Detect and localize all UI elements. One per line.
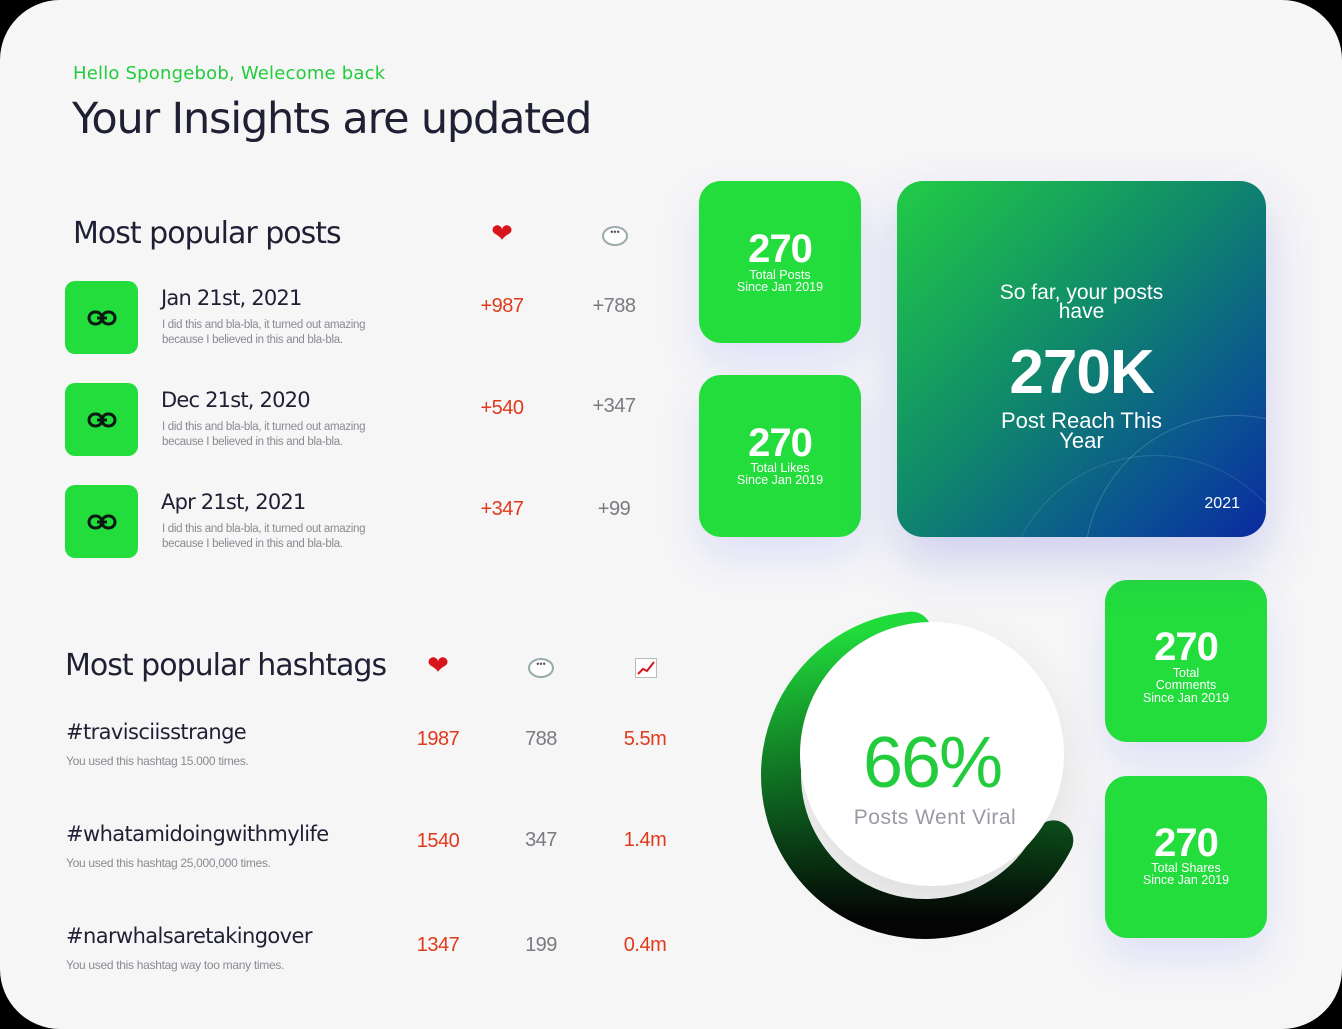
total-likes-card: 270 Total Likes Since Jan 2019 (699, 375, 861, 537)
hashtag-likes: 1347 (416, 934, 460, 956)
link-icon (87, 514, 116, 529)
stat-sublabel: Since Jan 2019 (736, 280, 824, 294)
hashtag-description: You used this hashtag way too many times… (66, 958, 285, 972)
greeting-text: Hello Spongebob, Welecome back (73, 63, 386, 84)
hashtag-row: #travisciisstrange You used this hashtag… (65, 720, 685, 780)
stat-sublabel: Since Jan 2019 (736, 473, 824, 487)
reach-label: Post Reach This Year (897, 410, 1266, 453)
reach-year: 2021 (1204, 495, 1240, 512)
post-date: Jan 21st, 2021 (161, 286, 302, 310)
stat-label-line2: Comments (1155, 678, 1217, 692)
viral-percent: 66% (862, 723, 1003, 803)
hashtag-description: You used this hashtag 25,000,000 times. (66, 856, 271, 870)
hashtag-likes: 1540 (416, 830, 460, 852)
heart-icon: ❤ (427, 650, 449, 680)
stat-sublabel: Since Jan 2019 (1142, 691, 1230, 705)
reach-label-line2: Year (1059, 428, 1104, 453)
speech-bubble-icon (595, 222, 635, 253)
post-description: I did this and bla-bla, it turned out am… (162, 523, 366, 550)
post-comments: +99 (597, 498, 631, 520)
viral-label: Posts Went Viral (853, 806, 1017, 829)
reach-intro: So far, your posts have (897, 282, 1266, 323)
stat-sublabel: Since Jan 2019 (1142, 873, 1230, 887)
post-likes: +347 (480, 498, 524, 520)
post-description: I did this and bla-bla, it turned out am… (162, 421, 366, 448)
stat-value: 270 (1154, 625, 1219, 669)
total-comments-card: 270 Total Comments Since Jan 2019 (1105, 580, 1267, 742)
total-posts-card: 270 Total Posts Since Jan 2019 (699, 181, 861, 343)
trending-chart-icon (626, 654, 666, 685)
post-link-button[interactable] (65, 485, 138, 558)
post-description: I did this and bla-bla, it turned out am… (162, 319, 366, 346)
hashtag-reach: 0.4m (623, 934, 667, 956)
hashtag-reach: 1.4m (623, 829, 667, 851)
stat-value: 270 (1154, 821, 1219, 865)
link-icon (87, 310, 116, 325)
link-icon (87, 412, 116, 427)
post-likes: +540 (480, 397, 524, 419)
hashtag-name: #narwhalsaretakingover (66, 924, 312, 948)
post-date: Dec 21st, 2020 (161, 388, 311, 412)
hashtag-row: #narwhalsaretakingover You used this has… (65, 924, 685, 984)
post-row: Apr 21st, 2021 I did this and bla-bla, i… (65, 485, 665, 558)
hashtag-comments: 199 (525, 934, 557, 956)
insights-dashboard: Hello Spongebob, Welecome back Your Insi… (0, 0, 1342, 1029)
post-row: Jan 21st, 2021 I did this and bla-bla, i… (65, 281, 665, 354)
hashtag-description: You used this hashtag 15.000 times. (66, 754, 249, 768)
post-likes: +987 (480, 295, 524, 317)
hashtag-name: #travisciisstrange (66, 720, 247, 744)
heart-icon: ❤ (491, 218, 513, 248)
hashtag-name: #whatamidoingwithmylife (66, 822, 329, 846)
post-comments: +788 (592, 295, 636, 317)
post-link-button[interactable] (65, 281, 138, 354)
post-row: Dec 21st, 2020 I did this and bla-bla, i… (65, 383, 665, 456)
popular-hashtags-title: Most popular hashtags (65, 648, 387, 683)
page-title: Your Insights are updated (72, 94, 592, 144)
speech-bubble-icon (521, 654, 561, 685)
popular-posts-title: Most popular posts (73, 216, 342, 251)
hashtag-comments: 347 (525, 829, 557, 851)
post-reach-card: So far, your posts have 270K Post Reach … (897, 181, 1266, 537)
total-shares-card: 270 Total Shares Since Jan 2019 (1105, 776, 1267, 938)
stat-value: 270 (748, 421, 813, 465)
post-date: Apr 21st, 2021 (161, 490, 306, 514)
hashtag-reach: 5.5m (623, 728, 667, 750)
post-comments: +347 (592, 395, 636, 417)
hashtag-row: #whatamidoingwithmylife You used this ha… (65, 822, 685, 882)
hashtag-likes: 1987 (416, 728, 460, 750)
reach-value: 270K (1009, 338, 1154, 407)
reach-intro-line2: have (1058, 300, 1105, 323)
hashtag-comments: 788 (525, 728, 557, 750)
post-link-button[interactable] (65, 383, 138, 456)
stat-value: 270 (748, 227, 813, 271)
